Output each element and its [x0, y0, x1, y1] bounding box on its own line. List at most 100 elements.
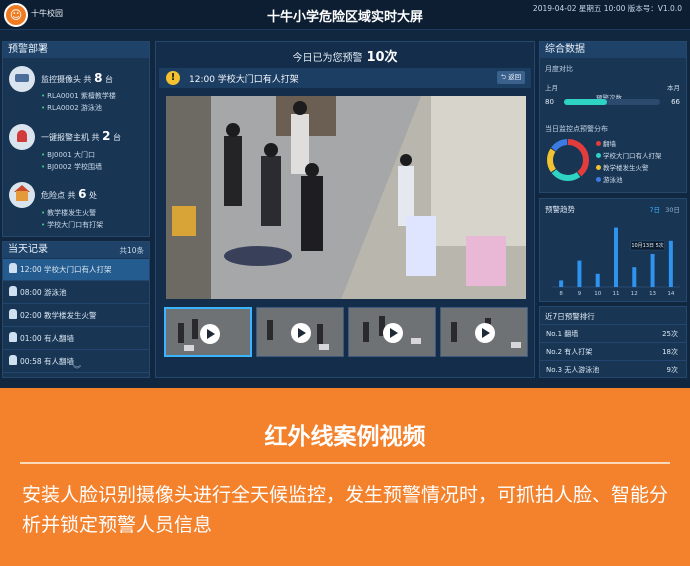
person — [224, 136, 242, 206]
deploy-unit: 台 — [113, 133, 121, 142]
deploy-line: 学校大门口有打架 — [41, 220, 103, 230]
record-item[interactable]: 12:00 学校大门口有人打架 — [3, 259, 149, 281]
video-thumbnail[interactable] — [164, 307, 252, 357]
hand-icon — [9, 263, 17, 273]
legend-item: 学校大门口有人打架 — [596, 150, 662, 160]
deploy-label: 一键报警主机 共 — [41, 133, 100, 142]
caption-body: 安装人脸识别摄像头进行全天候监控，发生预警情况时，可抓拍人脸、智能分析并锁定预警… — [22, 484, 669, 536]
deploy-line: RLA0001 紫檀教学楼 — [41, 91, 116, 101]
record-item[interactable]: 01:00 有人翻墙 — [3, 328, 149, 350]
top-bar: ☺ 十牛校园 十牛小学危险区域实时大屏 2019-04-02 星期五 10:00… — [0, 0, 690, 30]
legend-item: 翻墙 — [596, 138, 616, 148]
alert-bar: ! 12:00 学校大门口有人打架 ⮌ 返回 — [159, 68, 531, 88]
deploy-line: BJ0001 大门口 — [41, 150, 95, 160]
x-tick-label: 14 — [667, 291, 674, 297]
compare-this-value: 66 — [671, 98, 680, 106]
trend-bar[interactable] — [614, 227, 618, 287]
trend-bar[interactable] — [668, 240, 673, 287]
rank-title: 近7日预警排行 — [545, 312, 595, 321]
x-tick-label: 9 — [578, 291, 582, 297]
deploy-line: 教学楼发生火警 — [41, 208, 96, 218]
trend-bar[interactable] — [559, 280, 564, 287]
left-wall — [166, 96, 211, 299]
deploy-count: 8 — [94, 71, 103, 85]
rank-row[interactable]: No.3 无人游泳池 9次 — [540, 360, 686, 378]
trend-bar[interactable] — [632, 267, 637, 287]
tab-7days[interactable]: 7日 — [650, 206, 661, 214]
x-tick-label: 13 — [649, 291, 656, 297]
deploy-count: 2 — [102, 129, 111, 143]
deploy-label: 危险点 共 — [41, 191, 76, 200]
umbrella — [466, 236, 506, 286]
rank-row[interactable]: No.2 有人打架 18次 — [540, 342, 686, 360]
hand-icon — [9, 332, 17, 342]
deploy-line: BJ0002 学校围墙 — [41, 162, 102, 172]
tab-30days[interactable]: 30日 — [665, 206, 680, 214]
person — [301, 176, 323, 251]
person-head — [293, 101, 307, 115]
video-thumbnail[interactable] — [348, 307, 436, 357]
deploy-unit: 处 — [89, 191, 97, 200]
play-icon — [383, 323, 403, 343]
today-warning-summary: 今日已为您预警 10次 — [292, 50, 398, 65]
trend-bar[interactable] — [595, 273, 600, 287]
hand-icon — [9, 355, 17, 365]
deploy-panel: 预警部署 监控摄像头 共 8 台 RLA0001 紫檀教学楼 RLA0002 游… — [2, 41, 150, 237]
warning-icon: ! — [166, 71, 180, 85]
fallen-person — [224, 246, 292, 266]
records-panel: 当天记录 共10条 12:00 学校大门口有人打架 08:00 游泳池 02:0… — [2, 241, 150, 378]
school-icon — [9, 182, 35, 208]
x-tick-label: 8 — [559, 291, 563, 297]
compare-label: 月度对比 — [545, 65, 573, 73]
trend-bar[interactable] — [650, 254, 655, 287]
more-records-icon[interactable]: ︾ — [73, 364, 81, 375]
trend-tooltip: 10月13日 5次 — [631, 242, 664, 249]
center-panel: 今日已为您预警 10次 ! 12:00 学校大门口有人打架 ⮌ 返回 — [155, 41, 535, 378]
deploy-label: 监控摄像头 共 — [41, 75, 92, 84]
deploy-group-camera[interactable]: 监控摄像头 共 8 台 RLA0001 紫檀教学楼 RLA0002 游泳池 — [9, 66, 147, 124]
bag — [172, 206, 196, 236]
alert-text: 12:00 学校大门口有人打架 — [189, 75, 299, 85]
compare-last-label: 上月 — [545, 84, 558, 92]
compare-this-label: 本月 — [667, 84, 680, 92]
deploy-panel-title: 预警部署 — [3, 42, 149, 58]
record-item[interactable]: 02:00 教学楼发生火警 — [3, 305, 149, 327]
video-frame — [166, 96, 526, 299]
play-icon — [291, 323, 311, 343]
deploy-unit: 台 — [105, 75, 113, 84]
deploy-group-alarm[interactable]: 一键报警主机 共 2 台 BJ0001 大门口 BJ0002 学校围墙 — [9, 124, 147, 182]
person-head — [226, 123, 240, 137]
compare-bar — [564, 99, 660, 105]
caption-title: 红外线案例视频 — [264, 424, 426, 450]
dashboard-screenshot: ☺ 十牛校园 十牛小学危险区域实时大屏 2019-04-02 星期五 10:00… — [0, 0, 690, 388]
legend-item: 教学楼发生火警 — [596, 162, 649, 172]
trend-panel: 预警趋势 7日 30日 8 9 10 11 12 13 14 10月13日 5次 — [539, 198, 687, 302]
x-tick-label: 10 — [594, 291, 601, 297]
rank-row[interactable]: No.1 翻墙 25次 — [540, 324, 686, 342]
hand-icon — [9, 286, 17, 296]
distribution-label: 当日监控点预警分布 — [545, 125, 608, 133]
back-button[interactable]: ⮌ 返回 — [497, 71, 525, 84]
legend-item: 游泳池 — [596, 174, 623, 184]
datetime-readout: 2019-04-02 星期五 10:00 版本号：V1.0.0 — [532, 4, 682, 13]
today-warning-count: 10次 — [366, 50, 398, 65]
x-tick-label: 12 — [631, 291, 638, 297]
play-icon — [200, 324, 220, 344]
play-icon — [475, 323, 495, 343]
camera-icon — [9, 66, 35, 92]
deploy-count: 6 — [78, 187, 87, 201]
video-thumbnail[interactable] — [256, 307, 344, 357]
hand-icon — [9, 309, 17, 319]
distribution-donut — [547, 139, 589, 181]
person-head — [400, 154, 412, 166]
compare-bar-fill — [564, 99, 608, 105]
trend-bar[interactable] — [577, 260, 582, 287]
video-thumbnail[interactable] — [440, 307, 528, 357]
video-player[interactable]: 查看实时 — [166, 96, 526, 299]
record-item[interactable]: 08:00 游泳池 — [3, 282, 149, 304]
shop-shutter — [431, 96, 526, 246]
rank-panel: 近7日预警排行 No.1 翻墙 25次 No.2 有人打架 18次 No.3 无人游… — [539, 306, 687, 378]
records-count: 共10条 — [119, 246, 144, 255]
caption-divider — [20, 462, 670, 464]
deploy-group-danger[interactable]: 危险点 共 6 处 教学楼发生火警 学校大门口有打架 — [9, 182, 147, 236]
